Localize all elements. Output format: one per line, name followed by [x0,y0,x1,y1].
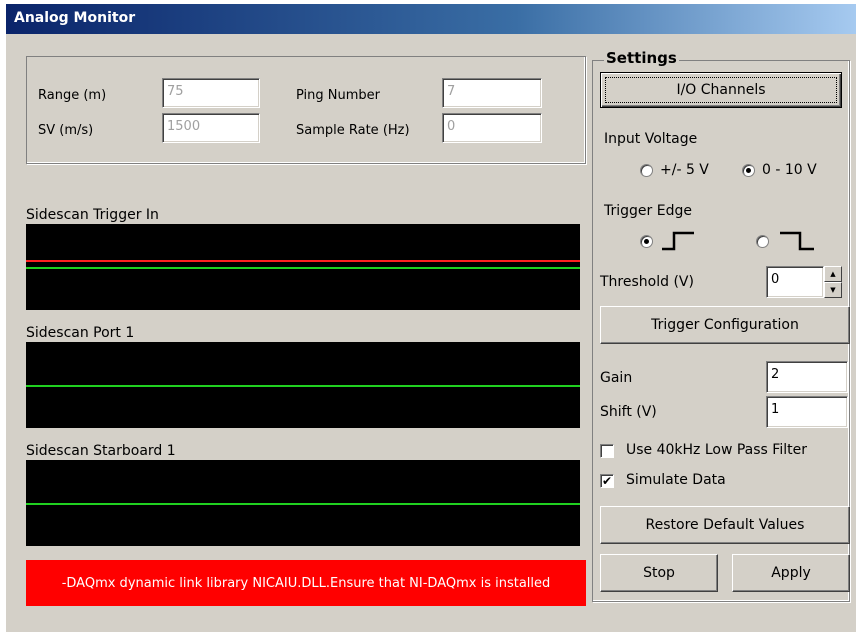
simulate-data-label: Simulate Data [626,472,726,488]
scope-trigger-in [26,224,580,310]
scope-trace [26,503,580,505]
scope-label-starboard: Sidescan Starboard 1 [26,443,176,459]
voltage-pm5-label: +/- 5 V [660,162,709,178]
restore-defaults-label: Restore Default Values [645,517,805,533]
voltage-0-10-label: 0 - 10 V [762,162,817,178]
apply-button[interactable]: Apply [732,554,850,592]
restore-defaults-button[interactable]: Restore Default Values [600,506,850,544]
scope-trace [26,385,580,387]
ping-number-label: Ping Number [296,88,381,103]
gain-field[interactable]: 2 [766,361,848,393]
sample-rate-label: Sample Rate (Hz) [296,123,410,138]
io-channels-label: I/O Channels [676,82,766,98]
spin-up-button[interactable]: ▲ [824,266,842,282]
stop-label: Stop [643,565,675,581]
rising-edge-radio[interactable] [640,235,653,248]
trigger-configuration-button[interactable]: Trigger Configuration [600,306,850,344]
info-group [26,56,586,164]
window-title: Analog Monitor [14,10,136,26]
error-message-bar: -DAQmx dynamic link library NICAIU.DLL.E… [26,560,586,606]
shift-label: Shift (V) [600,404,657,420]
scope-port-1 [26,342,580,428]
title-bar[interactable]: Analog Monitor [6,4,856,34]
sv-label: SV (m/s) [38,123,94,138]
gain-label: Gain [600,370,633,386]
scope-trace [26,267,580,269]
trigger-configuration-label: Trigger Configuration [651,317,799,333]
falling-edge-icon [780,231,814,251]
range-label: Range (m) [38,88,107,103]
error-message: -DAQmx dynamic link library NICAIU.DLL.E… [61,575,551,591]
shift-field[interactable]: 1 [766,396,848,428]
stop-button[interactable]: Stop [600,554,718,592]
scope-trace [26,260,580,262]
simulate-data-checkbox[interactable]: ✔ [600,474,614,488]
range-field[interactable]: 75 [162,78,260,108]
ping-number-field[interactable]: 7 [442,78,542,108]
rising-edge-icon [662,231,694,251]
scope-starboard-1 [26,460,580,546]
lowpass-filter-label: Use 40kHz Low Pass Filter [626,442,807,458]
threshold-spinner: ▲ ▼ [824,266,842,298]
threshold-label: Threshold (V) [600,274,694,290]
spin-down-button[interactable]: ▼ [824,282,842,298]
voltage-0-10-radio[interactable] [742,164,755,177]
sample-rate-field[interactable]: 0 [442,113,542,143]
settings-title: Settings [604,49,679,67]
voltage-pm5-radio[interactable] [640,164,653,177]
sv-field[interactable]: 1500 [162,113,260,143]
threshold-field[interactable]: 0 [766,266,824,298]
analog-monitor-window: Analog Monitor Range (m) 75 SV (m/s) 150… [6,4,856,632]
chevron-down-icon: ▼ [830,286,836,294]
apply-label: Apply [771,565,811,581]
input-voltage-label: Input Voltage [604,131,698,147]
lowpass-filter-checkbox[interactable] [600,444,614,458]
chevron-up-icon: ▲ [830,270,836,278]
scope-label-port: Sidescan Port 1 [26,325,135,341]
falling-edge-radio[interactable] [756,235,769,248]
trigger-edge-label: Trigger Edge [604,203,692,219]
io-channels-button[interactable]: I/O Channels [600,72,842,108]
scope-label-trigger: Sidescan Trigger In [26,207,159,223]
